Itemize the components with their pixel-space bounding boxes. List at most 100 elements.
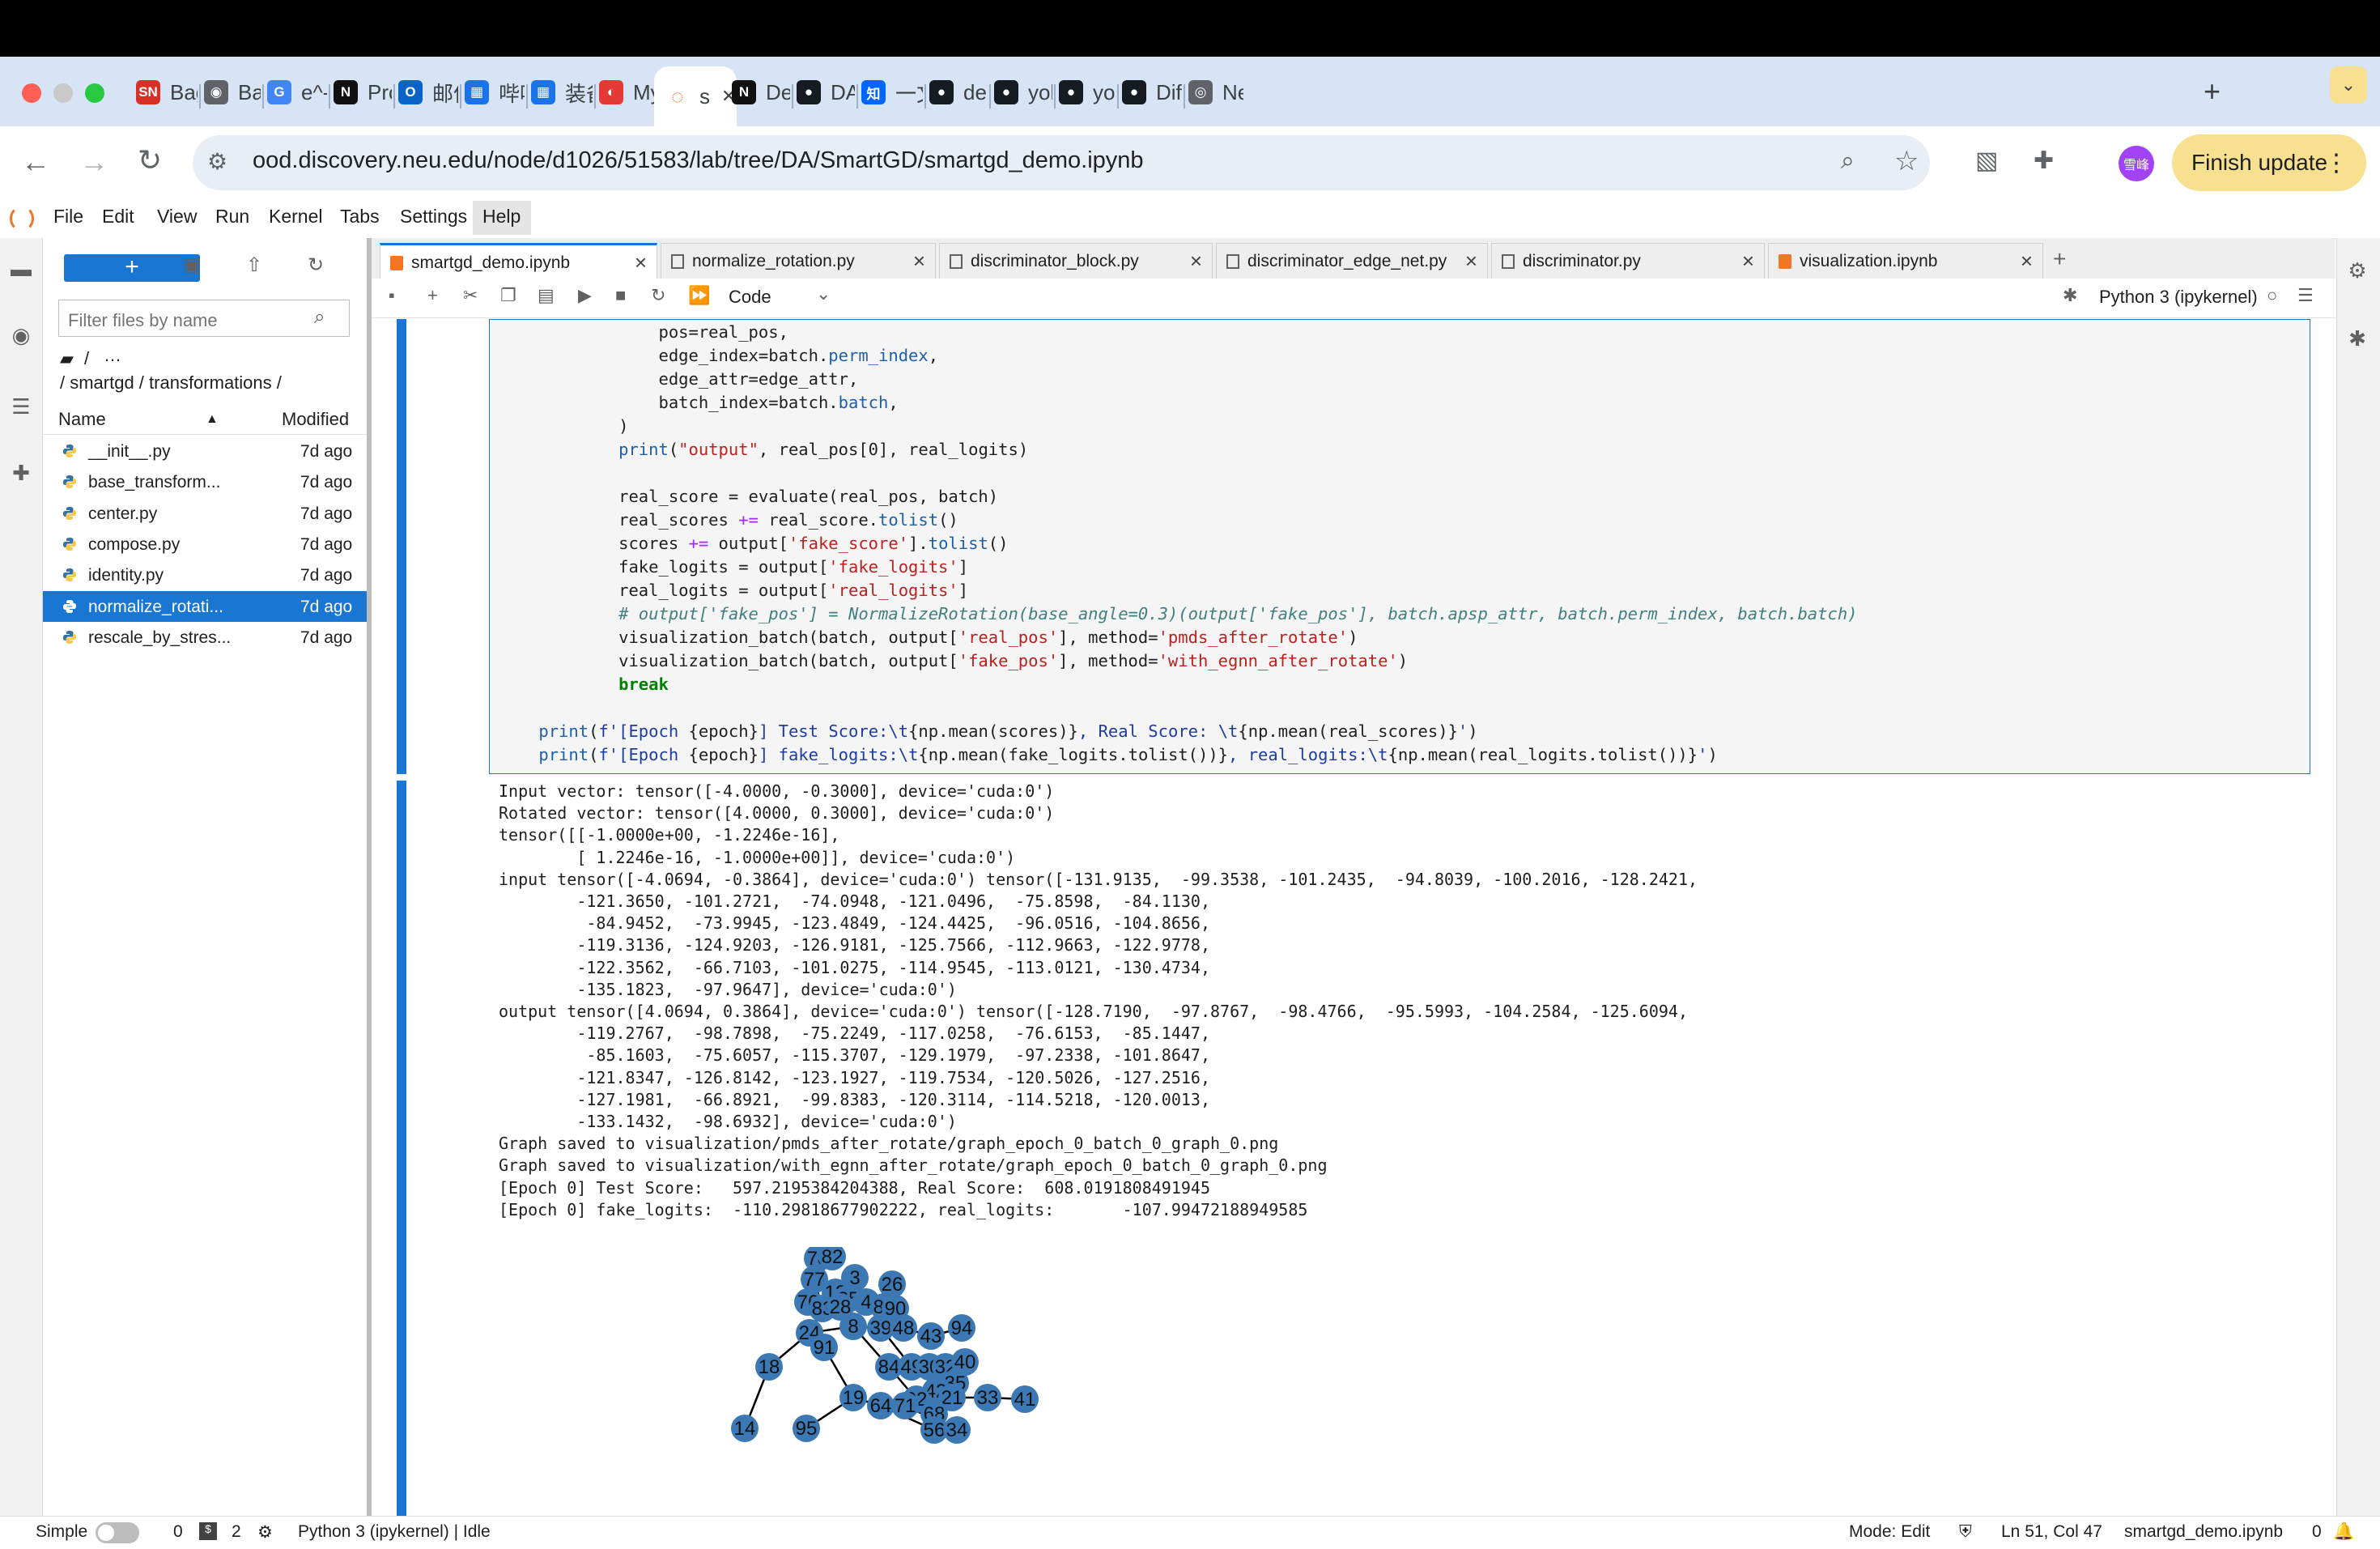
tab-search-button[interactable]: ⌄	[2330, 66, 2367, 104]
notification-count[interactable]: 0	[2312, 1522, 2322, 1542]
browser-tab[interactable]: Ge^-1	[267, 71, 327, 113]
running-icon[interactable]: ◉	[10, 324, 32, 347]
bookmark-star-icon[interactable]: ☆	[1894, 147, 1919, 175]
code-content[interactable]: pos=real_pos, edge_index=batch.perm_inde…	[499, 321, 1857, 767]
breadcrumb-path[interactable]: / smartgd / transformations /	[60, 372, 282, 394]
browser-tab[interactable]: ◉ Bagg	[204, 71, 261, 113]
menu-view[interactable]: View	[157, 206, 197, 228]
browser-tab[interactable]: 知一文	[861, 71, 923, 113]
document-tab[interactable]: discriminator_edge_net.py ×	[1216, 243, 1488, 279]
browser-tab[interactable]: SN Bagg	[136, 71, 198, 113]
file-row[interactable]: identity.py 7d ago	[43, 560, 367, 590]
close-tab-icon[interactable]: ×	[1465, 249, 1477, 274]
folder-icon-crumb[interactable]: ▰	[60, 348, 74, 369]
file-row[interactable]: normalize_rotati... 7d ago	[43, 590, 367, 622]
browser-tab[interactable]: ◌ s ✕	[654, 66, 737, 126]
kernels-count[interactable]: 2	[232, 1522, 241, 1542]
code-line[interactable]: edge_attr=edge_attr,	[499, 369, 858, 389]
browser-tab[interactable]: ▦ 装备	[531, 71, 593, 113]
debugger-bug-icon[interactable]: ✱	[2063, 285, 2077, 306]
root-crumb[interactable]: /	[84, 348, 89, 369]
close-tab-icon[interactable]: ×	[913, 249, 925, 274]
column-modified-header[interactable]: Modified	[282, 409, 349, 430]
copy-icon[interactable]: ❐	[500, 285, 516, 306]
save-icon[interactable]: ▪	[389, 285, 395, 306]
close-tab-icon[interactable]: ×	[635, 250, 647, 275]
code-line[interactable]: print("output", real_pos[0], real_logits…	[499, 440, 1028, 459]
code-line[interactable]: real_score = evaluate(real_pos, batch)	[499, 487, 998, 506]
menu-settings[interactable]: Settings	[400, 206, 467, 228]
menu-tabs[interactable]: Tabs	[340, 206, 380, 228]
code-line[interactable]: pos=real_pos,	[499, 322, 788, 342]
stop-icon[interactable]: ■	[615, 285, 626, 306]
code-line[interactable]: print(f'[Epoch {epoch}] Test Score:\t{np…	[499, 721, 1477, 741]
extension-icon[interactable]: ▧	[1975, 149, 1998, 173]
toc-icon[interactable]: ☰	[10, 395, 32, 418]
close-tab-icon[interactable]: ×	[2021, 249, 2033, 274]
browser-tab[interactable]: ● DA/E	[797, 71, 855, 113]
paste-icon[interactable]: ▤	[538, 285, 555, 306]
chevron-down-icon[interactable]: ⌄	[816, 283, 831, 304]
code-line[interactable]: edge_index=batch.perm_index,	[499, 346, 938, 365]
close-tab-icon[interactable]: ×	[1742, 249, 1754, 274]
terminals-count[interactable]: 0	[173, 1522, 183, 1542]
browser-tab[interactable]: ◐My Ir	[599, 71, 659, 113]
code-line[interactable]: )	[499, 416, 628, 436]
more-vert-icon[interactable]: ⋮	[2324, 149, 2348, 177]
maximize-window-button[interactable]	[85, 83, 104, 103]
column-name-header[interactable]: Name	[58, 409, 106, 430]
menu-kernel[interactable]: Kernel	[269, 206, 322, 228]
new-tab-button[interactable]: +	[2204, 74, 2221, 109]
code-line[interactable]: real_logits = output['real_logits']	[499, 581, 968, 600]
forward-icon[interactable]: →	[79, 147, 108, 177]
file-row[interactable]: rescale_by_stres... 7d ago	[43, 622, 367, 653]
document-tab[interactable]: discriminator.py ×	[1491, 243, 1765, 279]
run-all-icon[interactable]: ⏩	[688, 285, 710, 306]
simple-mode-toggle[interactable]	[96, 1522, 139, 1543]
cursor-position[interactable]: Ln 51, Col 47	[2001, 1522, 2102, 1542]
insert-cell-icon[interactable]: +	[427, 285, 438, 306]
file-row[interactable]: __init__.py 7d ago	[43, 436, 367, 466]
zoom-icon[interactable]: ⌕	[1841, 149, 1855, 173]
browser-tab[interactable]: O 邮件	[398, 71, 458, 113]
code-line[interactable]: batch_index=batch.batch,	[499, 393, 898, 412]
kernel-status-text[interactable]: Python 3 (ipykernel) | Idle	[298, 1522, 491, 1542]
restart-icon[interactable]: ↻	[651, 285, 665, 306]
browser-tab[interactable]: ● yolar	[994, 71, 1052, 113]
code-line[interactable]: print(f'[Epoch {epoch}] fake_logits:\t{n…	[499, 745, 1717, 764]
menu-edit[interactable]: Edit	[102, 206, 134, 228]
menu-help[interactable]: Help	[482, 206, 521, 228]
document-tab[interactable]: normalize_rotation.py ×	[661, 243, 936, 279]
property-inspector-icon[interactable]: ⚙	[2346, 259, 2369, 282]
sort-ascending-icon[interactable]: ▲	[206, 412, 219, 427]
run-icon[interactable]: ▶	[578, 285, 592, 306]
refresh-icon[interactable]: ↻	[308, 253, 324, 277]
new-launcher-button[interactable]: +	[64, 254, 200, 282]
back-icon[interactable]: ←	[21, 147, 50, 177]
close-window-button[interactable]	[22, 83, 41, 103]
browser-tab[interactable]: N Deep	[732, 71, 790, 113]
code-line[interactable]: # output['fake_pos'] = NormalizeRotation…	[499, 604, 1857, 623]
code-line[interactable]: fake_logits = output['fake_logits']	[499, 557, 968, 577]
reload-icon[interactable]: ↻	[138, 146, 162, 175]
upload-icon[interactable]: ⇧	[246, 253, 262, 277]
document-tab[interactable]: visualization.ipynb ×	[1768, 243, 2043, 279]
url-text[interactable]: ood.discovery.neu.edu/node/d1026/51583/l…	[253, 147, 1144, 174]
site-settings-icon[interactable]: ⚙	[207, 151, 227, 173]
browser-tab[interactable]: ● Diffu	[1122, 71, 1182, 113]
document-tab[interactable]: smartgd_demo.ipynb ×	[380, 243, 657, 280]
bell-icon[interactable]: 🔔	[2333, 1522, 2354, 1542]
cell-type-select[interactable]: Code	[729, 287, 771, 308]
code-line[interactable]: visualization_batch(batch, output['fake_…	[499, 651, 1408, 670]
menu-icon[interactable]: ☰	[2297, 285, 2314, 306]
extensions-icon[interactable]: ✚	[10, 462, 32, 484]
add-tab-icon[interactable]: +	[2053, 246, 2066, 272]
close-tab-icon[interactable]: ×	[1190, 249, 1202, 274]
browser-tab[interactable]: N Prop	[334, 71, 392, 113]
menu-run[interactable]: Run	[215, 206, 249, 228]
breadcrumb-more[interactable]: …	[104, 345, 121, 366]
profile-avatar[interactable]: 雪峰	[2119, 146, 2154, 181]
document-tab[interactable]: discriminator_block.py ×	[939, 243, 1213, 279]
code-line[interactable]: break	[499, 674, 669, 694]
debugger-icon[interactable]: ✱	[2346, 327, 2369, 350]
